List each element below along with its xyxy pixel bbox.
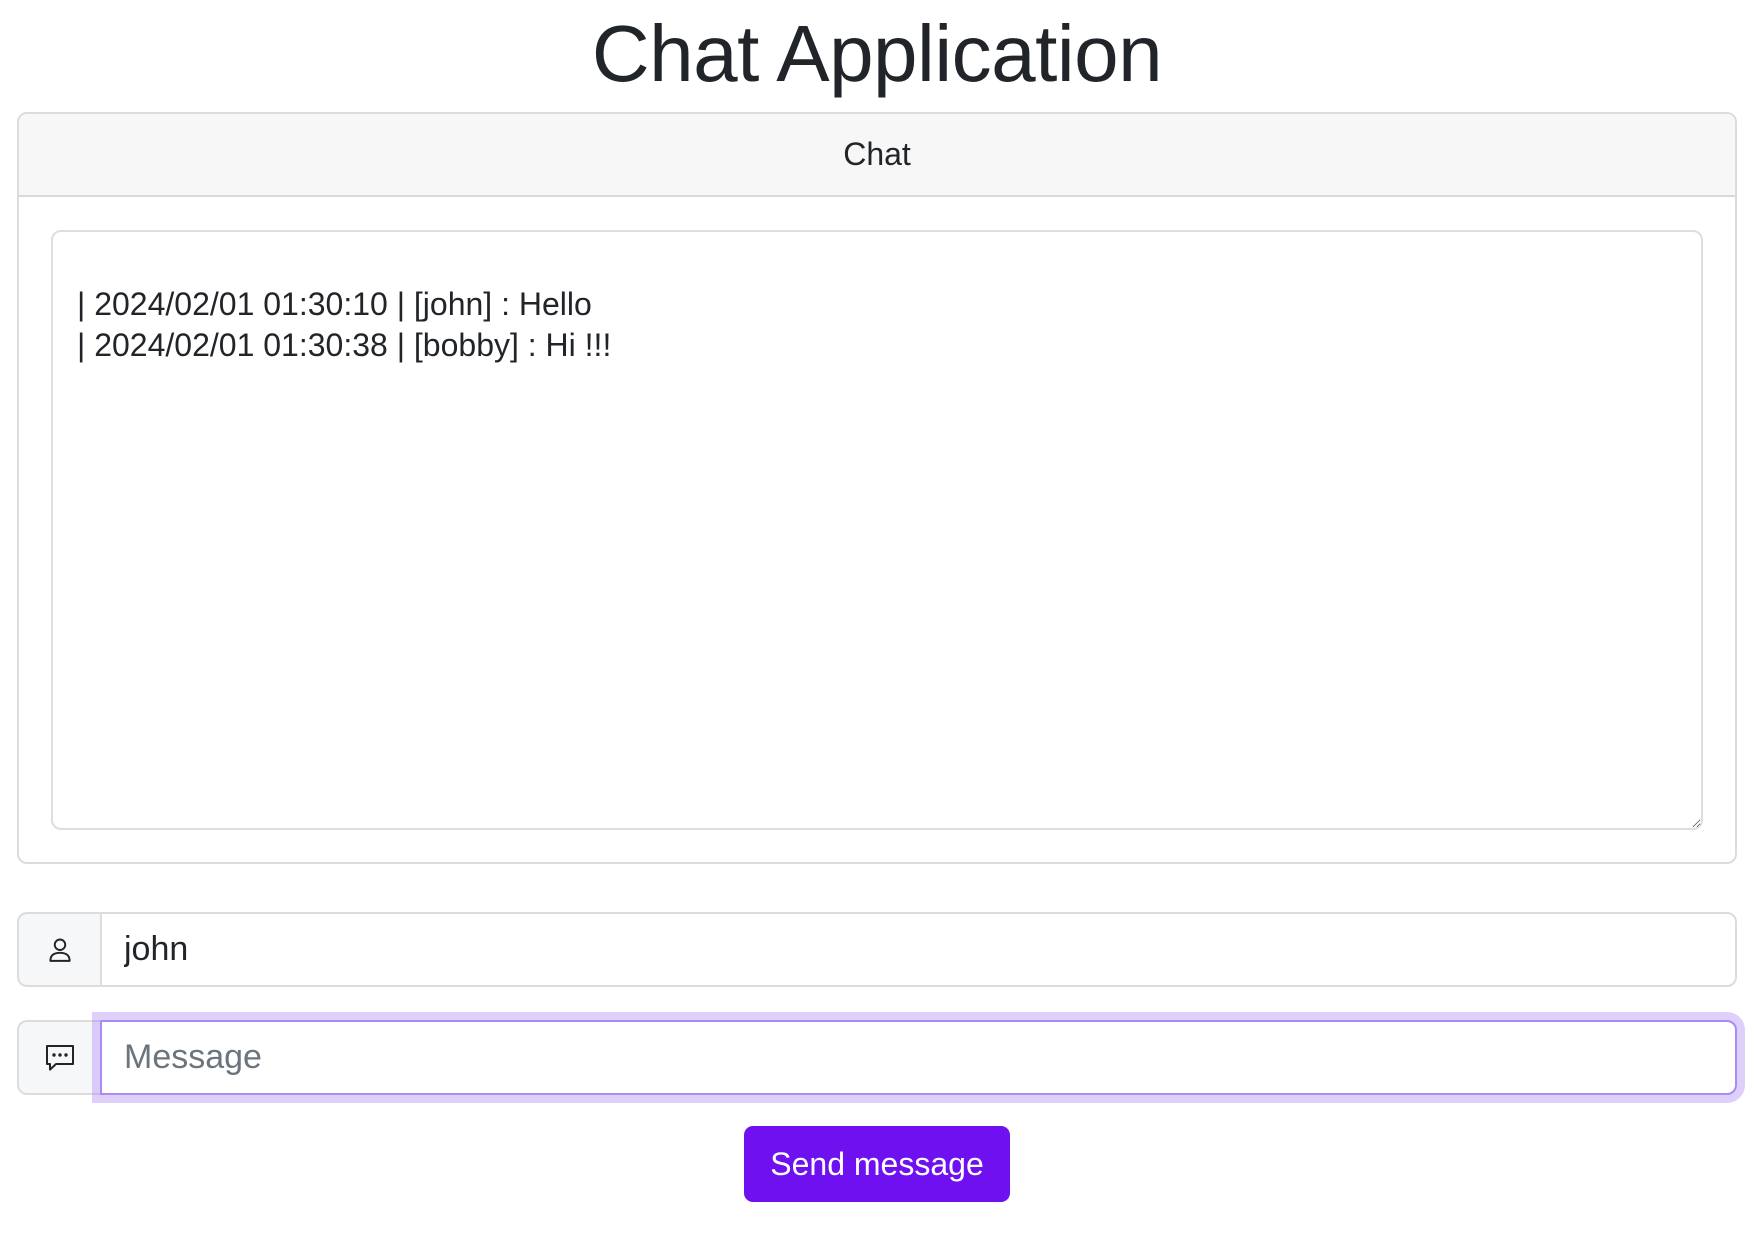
- username-addon: [17, 912, 100, 987]
- message-addon: [17, 1020, 100, 1095]
- page-title: Chat Application: [591, 9, 1163, 98]
- chat-dots-icon: [45, 1044, 74, 1071]
- chat-log-textarea[interactable]: [51, 230, 1703, 830]
- chat-card: Chat: [17, 112, 1737, 864]
- send-message-button[interactable]: Send message: [744, 1126, 1010, 1202]
- username-input[interactable]: [100, 912, 1737, 987]
- chat-card-header: Chat: [19, 114, 1735, 197]
- chat-card-body: [19, 197, 1735, 862]
- chat-page: Chat Application Chat Send message: [0, 0, 1754, 1256]
- send-button-row: Send message: [17, 1126, 1737, 1202]
- message-input-group: [17, 1020, 1737, 1095]
- person-icon: [48, 938, 71, 962]
- username-input-group: [17, 912, 1737, 987]
- message-input[interactable]: [100, 1020, 1737, 1095]
